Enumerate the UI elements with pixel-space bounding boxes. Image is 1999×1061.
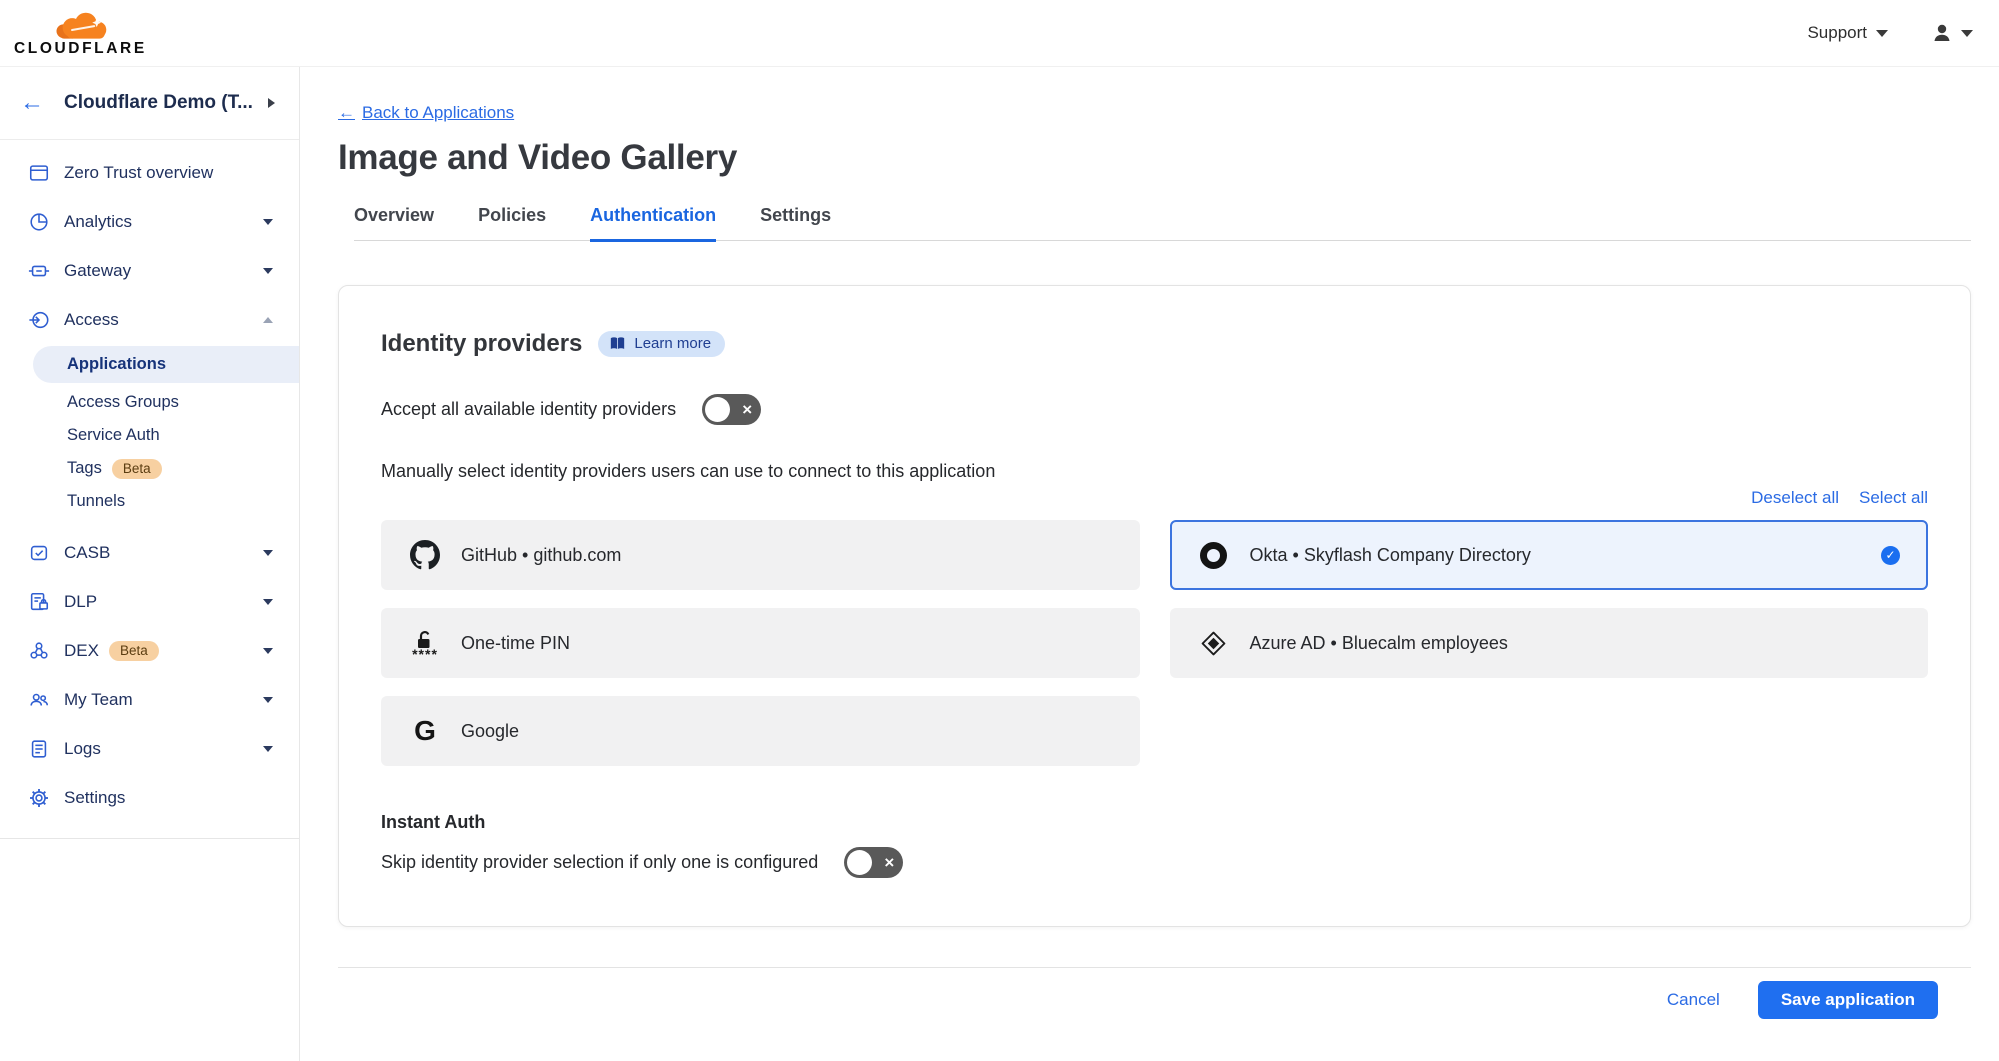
cancel-button[interactable]: Cancel [1667,990,1720,1010]
sidebar-item-settings[interactable]: Settings [0,773,299,822]
chevron-down-icon[interactable] [263,697,273,703]
chevron-down-icon[interactable] [263,648,273,654]
chevron-down-icon[interactable] [263,599,273,605]
deselect-all-link[interactable]: Deselect all [1751,488,1839,508]
manual-select-text: Manually select identity providers users… [381,461,1928,482]
toggle-x-icon: × [884,854,894,871]
user-menu[interactable] [1930,21,1973,45]
sidebar-item-tunnels[interactable]: Tunnels [0,485,299,518]
page-title: Image and Video Gallery [338,138,1971,178]
chevron-right-icon[interactable] [268,98,275,108]
accept-all-label: Accept all available identity providers [381,399,676,420]
google-icon: G [409,717,441,745]
learn-more-badge[interactable]: Learn more [598,331,725,357]
account-title[interactable]: Cloudflare Demo (T... [64,92,268,114]
tab-policies[interactable]: Policies [478,205,546,242]
sidebar-item-applications[interactable]: Applications [33,346,299,383]
book-icon [609,336,626,351]
sidebar-nav: Zero Trust overview Analytics Gateway [0,140,299,839]
back-to-applications-link[interactable]: ← Back to Applications [338,103,514,123]
document-lock-icon [27,590,50,613]
beta-badge: Beta [109,641,159,661]
tab-settings[interactable]: Settings [760,205,831,242]
back-arrow-icon: ← [338,103,355,123]
window-icon [27,161,50,184]
azure-ad-icon [1198,630,1230,657]
provider-card-one-time-pin[interactable]: **** One-time PIN [381,608,1140,678]
chevron-down-icon[interactable] [263,268,273,274]
people-icon [27,688,50,711]
sidebar-item-zero-trust-overview[interactable]: Zero Trust overview [0,148,299,197]
user-icon [1930,21,1954,45]
provider-card-azure-ad[interactable]: Azure AD • Bluecalm employees [1170,608,1929,678]
sidebar-item-dex[interactable]: DEX Beta [0,626,299,675]
cloudflare-logo: CLOUDFLARE [14,10,147,57]
provider-card-okta[interactable]: Okta • Skyflash Company Directory ✓ [1170,520,1929,590]
chevron-down-icon[interactable] [263,550,273,556]
select-all-link[interactable]: Select all [1859,488,1928,508]
sidebar-item-logs[interactable]: Logs [0,724,299,773]
footer-actions: Cancel Save application [338,968,1971,1032]
chevron-down-icon[interactable] [263,746,273,752]
network-nodes-icon [27,639,50,662]
sidebar-item-analytics[interactable]: Analytics [0,197,299,246]
sidebar-item-access[interactable]: Access [0,295,299,344]
save-application-button[interactable]: Save application [1758,981,1938,1019]
brand-wordmark: CLOUDFLARE [14,41,147,57]
sidebar-item-gateway[interactable]: Gateway [0,246,299,295]
support-menu[interactable]: Support [1807,23,1888,43]
one-time-pin-icon: **** [409,630,441,657]
instant-auth-section: Instant Auth Skip identity provider sele… [381,812,1928,878]
list-document-icon [27,737,50,760]
instant-auth-heading: Instant Auth [381,812,1928,833]
sidebar-item-my-team[interactable]: My Team [0,675,299,724]
chevron-up-icon[interactable] [263,317,273,323]
selected-check-icon: ✓ [1881,546,1900,565]
chevron-down-icon[interactable] [263,219,273,225]
pie-chart-icon [27,210,50,233]
back-arrow-icon[interactable]: ← [20,89,44,117]
sidebar: ← Cloudflare Demo (T... Zero Trust overv… [0,67,300,1061]
tab-bar: Overview Policies Authentication Setting… [354,205,1971,241]
chevron-down-icon [1961,30,1973,37]
tab-overview[interactable]: Overview [354,205,434,242]
instant-auth-label: Skip identity provider selection if only… [381,852,818,873]
sidebar-item-dlp[interactable]: DLP [0,577,299,626]
top-bar: CLOUDFLARE Support [0,0,1999,67]
accept-all-toggle[interactable]: × [702,394,761,425]
okta-icon [1198,542,1230,569]
tab-authentication[interactable]: Authentication [590,205,716,242]
provider-card-github[interactable]: GitHub • github.com [381,520,1140,590]
sidebar-account-header: ← Cloudflare Demo (T... [0,67,299,140]
cloudflare-cloud-icon [44,10,114,40]
sidebar-item-tags[interactable]: Tags Beta [0,452,299,485]
sidebar-divider [0,838,299,839]
instant-auth-toggle[interactable]: × [844,847,903,878]
login-arrow-icon [27,308,50,331]
chevron-down-icon [1876,30,1888,37]
support-label: Support [1807,23,1867,43]
sidebar-item-casb[interactable]: CASB [0,528,299,577]
main-content: ← Back to Applications Image and Video G… [300,67,1999,1061]
toggle-knob [847,850,872,875]
gear-icon [27,786,50,809]
sidebar-item-service-auth[interactable]: Service Auth [0,419,299,452]
toggle-x-icon: × [742,401,752,418]
sidebar-item-access-groups[interactable]: Access Groups [0,386,299,419]
toggle-knob [705,397,730,422]
provider-card-google[interactable]: G Google [381,696,1140,766]
beta-badge: Beta [112,459,162,479]
identity-providers-panel: Identity providers Learn more Accept all… [338,285,1971,927]
gateway-icon [27,259,50,282]
casb-check-icon [27,541,50,564]
provider-grid: GitHub • github.com Okta • Skyflash Comp… [381,520,1928,766]
access-submenu: Applications Access Groups Service Auth … [0,346,299,518]
github-icon [409,540,441,570]
panel-title: Identity providers [381,330,582,358]
